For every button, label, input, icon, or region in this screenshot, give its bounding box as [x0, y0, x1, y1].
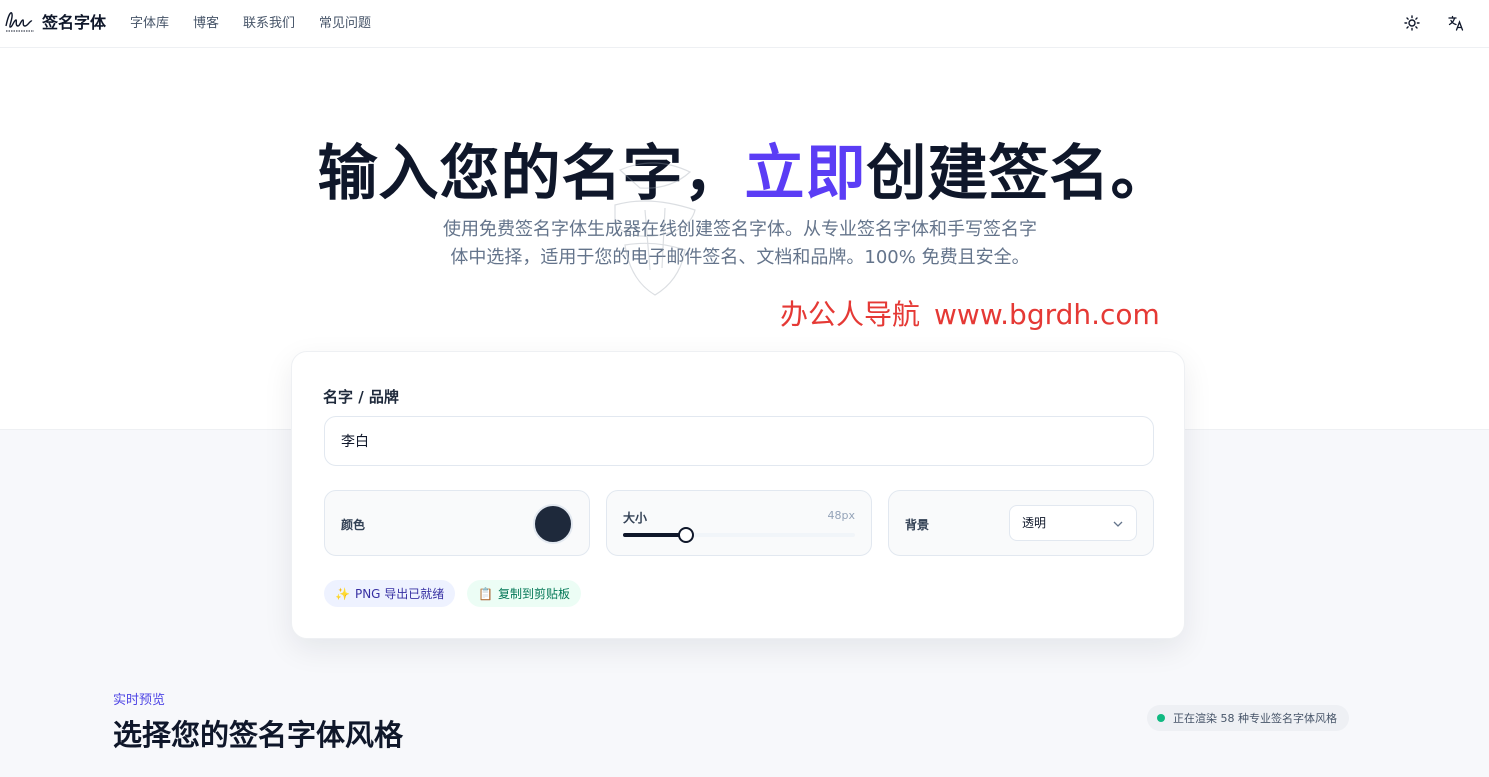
logo-text: 签名字体: [42, 13, 107, 32]
hero-subtitle: 使用免费签名字体生成器在线创建签名字体。从专业签名字体和手写签名字 体中选择，适…: [390, 216, 1090, 272]
color-control: 颜色: [324, 490, 590, 556]
seal-watermark-icon: [614, 162, 696, 296]
chevron-down-icon: [1113, 521, 1123, 527]
hero-title: 输入您的名字，立即创建签名。: [0, 125, 1489, 212]
size-slider-fill: [623, 533, 686, 537]
hero-title-part2: 创建签名。: [866, 139, 1172, 209]
size-control: 大小 48px: [606, 490, 872, 556]
color-picker-swatch[interactable]: [533, 504, 573, 544]
top-navbar: 签名字体 字体库 博客 联系我们 常见问题: [0, 0, 1489, 48]
language-button[interactable]: [1443, 10, 1469, 36]
watermark-url: www.bgrdh.com: [934, 298, 1160, 331]
size-value: 48px: [827, 509, 856, 522]
signature-logo-icon: [5, 12, 34, 32]
sparkle-icon: ✨: [335, 586, 350, 601]
hero-title-accent: 立即: [744, 139, 867, 209]
size-slider-thumb[interactable]: [677, 527, 694, 543]
size-label: 大小: [623, 511, 648, 525]
png-export-text: PNG 导出已就绪: [354, 587, 445, 601]
signature-generator-card: 名字 / 品牌 颜色 大小 48px 背景 透明 ✨ PNG 导出已就绪 📋 复…: [291, 351, 1185, 639]
watermark-name: 办公人导航: [780, 298, 921, 331]
clipboard-icon: 📋: [478, 586, 493, 601]
status-dot-icon: [1157, 714, 1165, 722]
hero-subtitle-line1: 使用免费签名字体生成器在线创建签名字体。从专业签名字体和手写签名字: [443, 219, 1037, 240]
background-select-value: 透明: [1022, 516, 1047, 530]
theme-toggle-button[interactable]: [1399, 10, 1425, 36]
preview-eyebrow: 实时预览: [113, 693, 166, 708]
background-select[interactable]: 透明: [1009, 505, 1137, 541]
nav-item-faq[interactable]: 常见问题: [319, 12, 371, 31]
size-slider-track[interactable]: [623, 527, 855, 543]
main-nav: 字体库 博客 联系我们 常见问题: [130, 12, 371, 31]
name-input[interactable]: [324, 416, 1154, 466]
nav-item-blog[interactable]: 博客: [193, 12, 219, 31]
png-export-badge: ✨ PNG 导出已就绪: [324, 580, 456, 607]
background-label: 背景: [905, 518, 930, 532]
copy-clipboard-text: 复制到剪贴板: [497, 587, 570, 601]
logo[interactable]: 签名字体: [4, 8, 106, 34]
sun-icon: [1404, 15, 1420, 31]
nav-item-font-library[interactable]: 字体库: [130, 12, 169, 31]
preview-title: 选择您的签名字体风格: [113, 718, 404, 752]
hero-subtitle-line2: 体中选择，适用于您的电子邮件签名、文档和品牌。100% 免费且安全。: [450, 247, 1030, 268]
background-control: 背景 透明: [888, 490, 1154, 556]
render-status-badge: 正在渲染 58 种专业签名字体风格: [1147, 705, 1349, 731]
site-watermark: 办公人导航 www.bgrdh.com: [780, 293, 1160, 333]
color-label: 颜色: [341, 518, 366, 532]
copy-clipboard-button[interactable]: 📋 复制到剪贴板: [467, 580, 581, 607]
translate-icon: [1448, 15, 1464, 31]
name-field-label: 名字 / 品牌: [323, 388, 399, 406]
nav-item-contact[interactable]: 联系我们: [243, 12, 295, 31]
render-status-text: 正在渲染 58 种专业签名字体风格: [1173, 712, 1337, 725]
